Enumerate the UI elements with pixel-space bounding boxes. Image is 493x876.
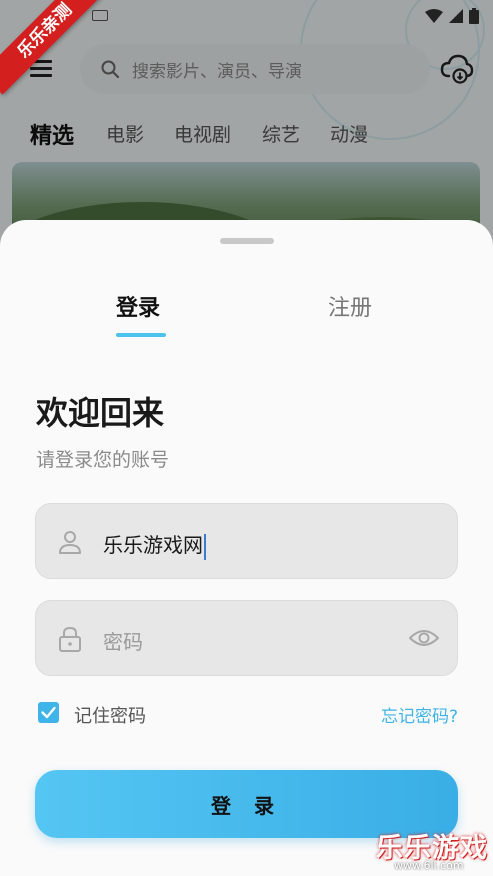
user-icon: [59, 531, 81, 554]
password-field[interactable]: 密码: [35, 600, 458, 676]
text-cursor: [204, 533, 206, 560]
drag-handle[interactable]: [220, 238, 274, 244]
remember-label[interactable]: 记住密码: [74, 702, 146, 728]
lock-icon: [59, 626, 81, 652]
active-tab-indicator: [116, 333, 166, 337]
login-sheet: 登录 注册 欢迎回来 请登录您的账号 乐乐游戏网 密码 记住密码 忘记密码? 登…: [0, 220, 493, 876]
watermark-url: www.6ll.com: [394, 859, 464, 872]
eye-icon[interactable]: [409, 627, 439, 649]
watermark-logo: 乐乐游戏 www.6ll.com: [376, 826, 493, 876]
checkmark-icon: [41, 706, 56, 719]
username-field[interactable]: 乐乐游戏网: [35, 503, 458, 579]
welcome-title: 欢迎回来: [36, 394, 165, 432]
login-subtitle: 请登录您的账号: [36, 449, 170, 471]
forgot-password-link[interactable]: 忘记密码?: [381, 702, 458, 727]
tab-login[interactable]: 登录: [116, 290, 160, 322]
remember-checkbox[interactable]: [38, 702, 59, 723]
username-value: 乐乐游戏网: [103, 529, 206, 560]
tab-register[interactable]: 注册: [328, 290, 372, 322]
password-placeholder: 密码: [103, 630, 143, 654]
